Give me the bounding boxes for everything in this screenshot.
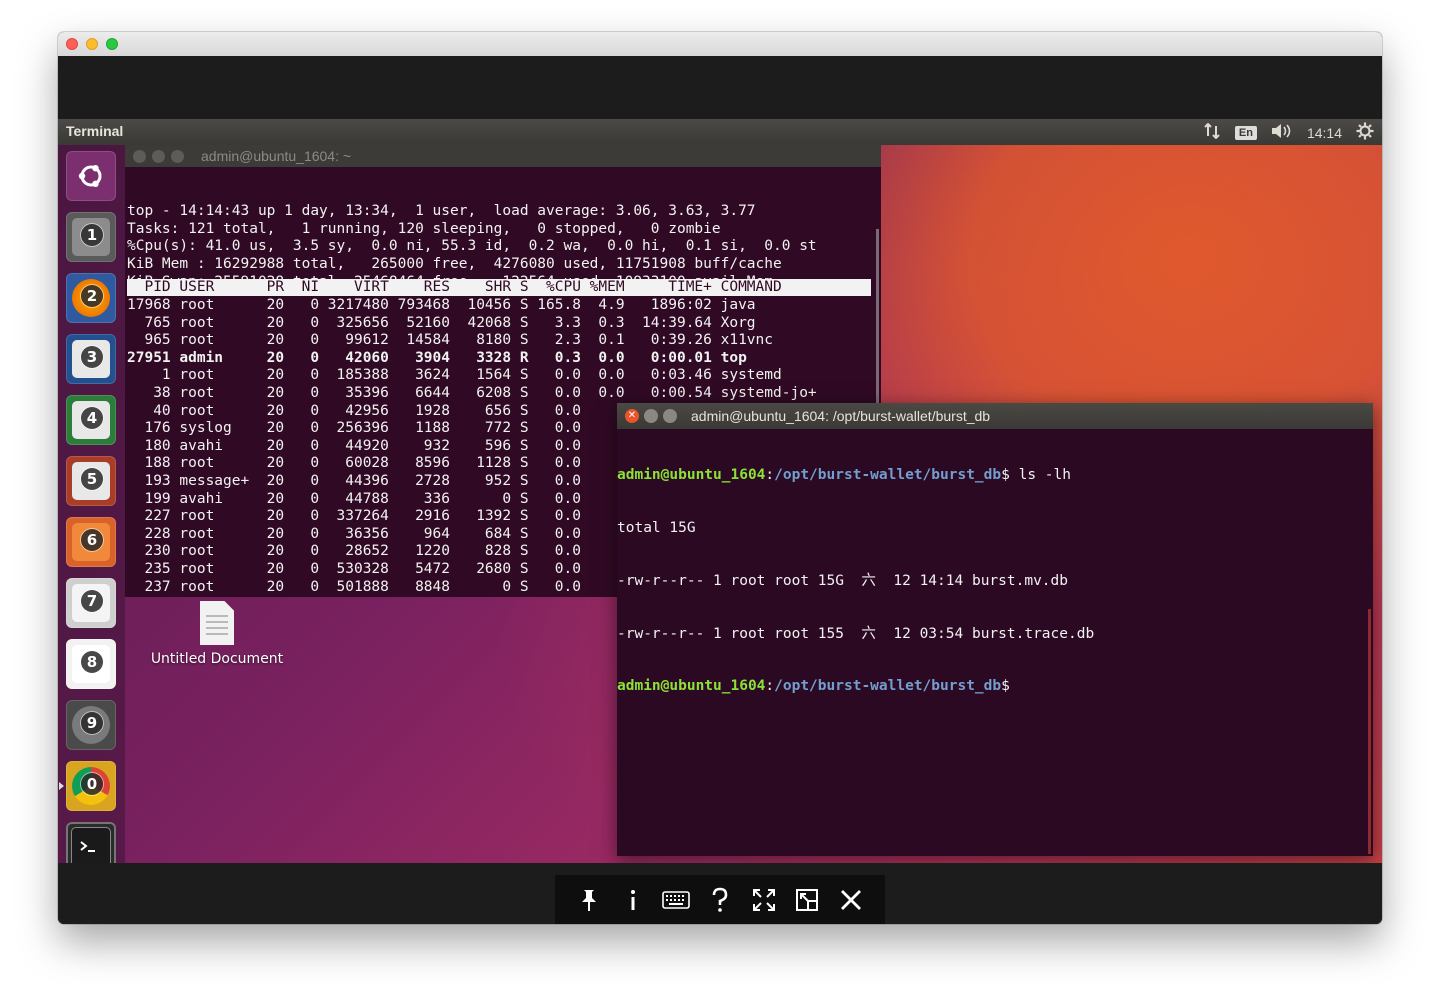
ubuntu-desktop: Terminal En 14:14 1 2 3 4 5 6 7 8 9 0 ad… xyxy=(58,119,1382,863)
volume-icon[interactable] xyxy=(1271,123,1293,142)
launcher-item-terminal[interactable] xyxy=(66,822,116,863)
output-line: total 15G xyxy=(617,519,696,536)
launcher-item-settings[interactable]: 9 xyxy=(66,700,116,750)
window-close-button[interactable] xyxy=(66,38,78,50)
unity-launcher: 1 2 3 4 5 6 7 8 9 0 xyxy=(58,145,125,863)
prompt-path: /opt/burst-wallet/burst_db xyxy=(774,467,1002,484)
network-icon[interactable] xyxy=(1203,122,1221,142)
launcher-item-software-center[interactable]: 6 xyxy=(66,517,116,567)
desktop-icon-label: Untitled Document xyxy=(150,651,284,667)
close-icon[interactable] xyxy=(133,150,146,163)
process-row: 1 root 20 0 185388 3624 1564 S 0.0 0.0 0… xyxy=(127,367,782,384)
process-row: 965 root 20 0 99612 14584 8180 S 2.3 0.1… xyxy=(127,332,774,349)
terminal-titlebar[interactable]: ✕ admin@ubuntu_1604: /opt/burst-wallet/b… xyxy=(617,403,1373,429)
launcher-item-dash[interactable] xyxy=(66,151,116,201)
launcher-item-chrome[interactable]: 0 xyxy=(59,761,116,811)
maximize-icon[interactable] xyxy=(663,409,677,423)
launcher-badge: 5 xyxy=(81,468,103,490)
output-line: -rw-r--r-- 1 root root 155 六 12 03:54 bu… xyxy=(617,625,1095,642)
current-prompt: admin@ubuntu_1604:/opt/burst-wallet/burs… xyxy=(617,678,1094,696)
viewer-bottom-bar xyxy=(58,863,1382,924)
minimize-icon[interactable] xyxy=(644,409,658,423)
terminal-icon xyxy=(71,827,111,863)
process-row: 38 root 20 0 35396 6644 6208 S 0.0 0.0 0… xyxy=(127,384,817,401)
terminal-output[interactable]: admin@ubuntu_1604:/opt/burst-wallet/burs… xyxy=(617,429,1373,856)
info-icon[interactable] xyxy=(618,885,648,915)
terminal-window-burst-db[interactable]: ✕ admin@ubuntu_1604: /opt/burst-wallet/b… xyxy=(617,403,1373,856)
scrollbar[interactable] xyxy=(1368,609,1371,854)
launcher-item-writer[interactable]: 3 xyxy=(66,334,116,384)
launcher-badge: 3 xyxy=(81,346,103,368)
launcher-badge: 2 xyxy=(81,285,103,307)
gear-icon[interactable] xyxy=(1356,122,1374,143)
close-icon[interactable] xyxy=(836,885,866,915)
process-row: 765 root 20 0 325656 52160 42068 S 3.3 0… xyxy=(127,314,756,331)
top-summary-line: %Cpu(s): 41.0 us, 3.5 sy, 0.0 ni, 55.3 i… xyxy=(127,238,817,255)
launcher-item-firefox[interactable]: 2 xyxy=(66,273,116,323)
keyboard-layout-indicator[interactable]: En xyxy=(1234,125,1257,140)
window-zoom-button[interactable] xyxy=(106,38,118,50)
panel-clock[interactable]: 14:14 xyxy=(1307,125,1342,141)
prompt-dollar: $ xyxy=(1001,467,1010,484)
viewer-top-margin xyxy=(58,56,1382,119)
process-row: 17968 root 20 0 3217480 793468 10456 S 1… xyxy=(127,297,756,313)
viewer-toolbar xyxy=(555,875,885,924)
terminal-window-top-titlebar[interactable]: admin@ubuntu_1604: ~ xyxy=(125,145,881,167)
maximize-icon[interactable] xyxy=(171,150,184,163)
launcher-badge: 9 xyxy=(81,712,103,734)
window-minimize-button[interactable] xyxy=(86,38,98,50)
terminal-title: admin@ubuntu_1604: /opt/burst-wallet/bur… xyxy=(691,408,991,424)
desktop-icon-untitled-document[interactable]: Untitled Document xyxy=(142,601,292,667)
launcher-badge: 6 xyxy=(81,529,103,551)
process-row: 27951 admin 20 0 42060 3904 3328 R 0.3 0… xyxy=(127,349,747,366)
scale-icon[interactable] xyxy=(792,885,822,915)
launcher-item-remmina[interactable]: 8 xyxy=(66,639,116,689)
help-icon[interactable] xyxy=(705,885,735,915)
launcher-badge: 8 xyxy=(81,651,103,673)
mac-titlebar xyxy=(58,32,1382,57)
prompt-user: admin@ubuntu_1604 xyxy=(617,467,766,484)
launcher-badge: 7 xyxy=(81,590,103,612)
panel-indicators: En 14:14 xyxy=(1203,122,1374,143)
close-icon[interactable]: ✕ xyxy=(625,409,639,423)
prompt-separator: : xyxy=(765,678,775,695)
scrollbar[interactable] xyxy=(876,229,879,429)
top-summary-line: Tasks: 121 total, 1 running, 120 sleepin… xyxy=(127,220,721,237)
launcher-item-amazon[interactable]: 7 xyxy=(66,578,116,628)
launcher-item-calc[interactable]: 4 xyxy=(66,395,116,445)
top-summary-line: KiB Mem : 16292988 total, 265000 free, 4… xyxy=(127,255,782,272)
terminal-title: admin@ubuntu_1604: ~ xyxy=(201,148,352,164)
prompt-dollar: $ xyxy=(1001,678,1010,695)
prompt-path: /opt/burst-wallet/burst_db xyxy=(774,678,1002,695)
launcher-item-impress[interactable]: 5 xyxy=(66,456,116,506)
ubuntu-logo-icon xyxy=(72,157,110,195)
panel-app-title: Terminal xyxy=(66,123,124,139)
document-icon xyxy=(200,601,234,645)
command-text: ls -lh xyxy=(1009,467,1071,484)
running-indicator xyxy=(59,782,64,790)
minimize-icon[interactable] xyxy=(152,150,165,163)
launcher-item-files[interactable]: 1 xyxy=(66,212,116,262)
prompt-user: admin@ubuntu_1604 xyxy=(617,678,766,695)
launcher-badge: 4 xyxy=(81,407,103,429)
top-panel: Terminal En 14:14 xyxy=(58,119,1382,145)
keyboard-icon[interactable] xyxy=(661,885,691,915)
command-line: admin@ubuntu_1604:/opt/burst-wallet/burs… xyxy=(617,467,1094,485)
vnc-viewer-window: Terminal En 14:14 1 2 3 4 5 6 7 8 9 0 ad… xyxy=(58,32,1382,924)
output-line: -rw-r--r-- 1 root root 15G 六 12 14:14 bu… xyxy=(617,572,1068,589)
pin-icon[interactable] xyxy=(574,885,604,915)
prompt-separator: : xyxy=(765,467,775,484)
launcher-badge: 0 xyxy=(81,773,103,795)
terminal-lines: admin@ubuntu_1604:/opt/burst-wallet/burs… xyxy=(617,432,1094,731)
launcher-badge: 1 xyxy=(81,224,103,246)
fullscreen-icon[interactable] xyxy=(749,885,779,915)
process-table-header: PID USER PR NI VIRT RES SHR S %CPU %MEM … xyxy=(127,279,871,296)
top-summary-line: top - 14:14:43 up 1 day, 13:34, 1 user, … xyxy=(127,203,756,220)
